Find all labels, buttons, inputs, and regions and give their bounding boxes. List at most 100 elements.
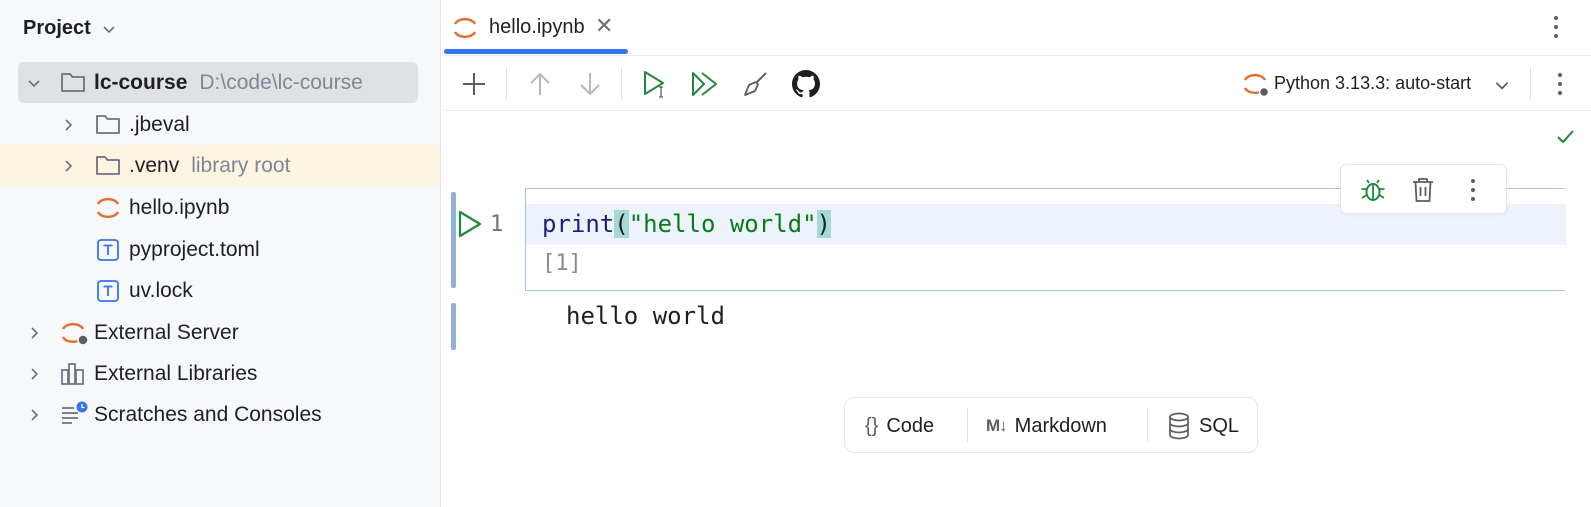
add-markdown-label: Markdown	[1014, 414, 1107, 437]
tree-item-label: hello.ipynb	[129, 196, 230, 219]
clear-outputs-button[interactable]	[739, 67, 773, 101]
project-panel: Project lc-course D:\code\lc-course .jbev…	[0, 0, 441, 507]
tree-row-pyproject[interactable]: pyproject.toml	[0, 229, 440, 270]
add-sql-label: SQL	[1199, 414, 1240, 437]
chevron-right-icon[interactable]	[26, 325, 42, 341]
bug-icon	[1361, 179, 1385, 201]
line-number: 1	[490, 212, 504, 237]
chevron-down-icon[interactable]	[1493, 76, 1511, 94]
cell-more-button[interactable]	[1457, 174, 1489, 206]
text-file-icon	[97, 280, 119, 302]
output-selection-marker[interactable]	[451, 303, 456, 350]
tree-root-path: D:\code\lc-course	[199, 71, 363, 94]
add-code-label: Code	[886, 414, 935, 437]
tree-row-external-server[interactable]: External Server	[0, 312, 440, 353]
active-tab-indicator	[444, 49, 628, 54]
tree-item-label: .jbeval	[129, 113, 190, 136]
more-vertical-icon	[1471, 179, 1475, 201]
add-cell-bar: {} Code M↓ Markdown SQL	[844, 397, 1258, 453]
code-token-paren-open: (	[614, 210, 629, 238]
run-all-icon	[692, 72, 717, 96]
toolbar-separator	[1530, 67, 1531, 99]
cell-output: hello world	[566, 302, 725, 330]
jupyter-kernel-icon	[1243, 73, 1270, 98]
project-panel-header[interactable]: Project	[23, 14, 117, 42]
github-icon	[792, 70, 820, 98]
add-cell-button[interactable]	[457, 67, 491, 101]
tab-hello-ipynb[interactable]: hello.ipynb ✕	[442, 0, 628, 56]
add-markdown-cell-button[interactable]: M↓ Markdown	[986, 398, 1107, 454]
tree-item-label: .venv	[129, 154, 180, 177]
debug-cell-button[interactable]	[1357, 174, 1389, 206]
tree-row-venv[interactable]: .venv library root	[0, 145, 440, 186]
folder-icon	[96, 156, 120, 175]
tree-top-label: External Libraries	[94, 362, 258, 385]
run-cell-button[interactable]	[639, 67, 673, 101]
tab-label: hello.ipynb	[489, 16, 585, 38]
folder-icon	[96, 115, 120, 134]
tree-row-lc-course[interactable]: lc-course D:\code\lc-course	[0, 62, 420, 103]
toolbar-separator	[506, 67, 507, 99]
kernel-selector[interactable]: Python 3.13.3: auto-start	[1242, 67, 1532, 101]
tree-item-hint: library root	[191, 154, 291, 177]
library-icon	[61, 363, 84, 385]
plus-icon	[463, 73, 485, 95]
tree-top-label: Scratches and Consoles	[94, 403, 322, 426]
run-all-button[interactable]	[688, 67, 722, 101]
chevron-right-icon[interactable]	[60, 117, 76, 133]
database-icon	[1169, 412, 1189, 440]
jupyter-icon	[453, 17, 477, 39]
chevron-down-icon[interactable]	[101, 21, 117, 37]
move-cell-down-button[interactable]	[573, 67, 607, 101]
cell-actions-toolbar	[1340, 164, 1507, 214]
add-cell-separator	[1147, 408, 1148, 442]
code-token-function: print	[542, 210, 615, 238]
project-panel-title: Project	[23, 16, 91, 39]
arrow-down-icon	[580, 73, 600, 96]
editor-tabbar: hello.ipynb ✕	[442, 0, 1591, 56]
check-icon	[1557, 130, 1574, 144]
chevron-down-icon[interactable]	[26, 75, 42, 91]
add-sql-cell-button[interactable]: SQL	[1167, 398, 1239, 454]
tree-top-label: External Server	[94, 321, 239, 344]
chevron-right-icon[interactable]	[26, 366, 42, 382]
kernel-label: Python 3.13.3: auto-start	[1274, 73, 1472, 93]
tree-row-uv-lock[interactable]: uv.lock	[0, 270, 440, 311]
tree-row-jbeval[interactable]: .jbeval	[0, 104, 440, 145]
jupyter-server-icon	[61, 322, 89, 346]
github-button[interactable]	[789, 67, 823, 101]
notebook-toolbar: Python 3.13.3: auto-start	[442, 57, 1591, 111]
run-cell-gutter-icon[interactable]	[456, 208, 484, 240]
trash-icon	[1413, 178, 1433, 202]
scratches-icon	[62, 401, 88, 424]
jupyter-icon	[96, 197, 120, 219]
code-token-paren-close: )	[816, 210, 831, 238]
cell-selection-marker[interactable]	[451, 192, 456, 288]
delete-cell-button[interactable]	[1407, 174, 1439, 206]
tree-item-label: uv.lock	[129, 279, 193, 302]
chevron-right-icon[interactable]	[60, 158, 76, 174]
close-icon[interactable]: ✕	[595, 15, 613, 37]
text-file-icon	[97, 239, 119, 261]
chevron-right-icon[interactable]	[26, 407, 42, 423]
notebook-editor: hello.ipynb ✕ Python 3.13.3: auto-start …	[442, 0, 1591, 507]
code-token-string: "hello world"	[628, 210, 817, 238]
tree-item-label: pyproject.toml	[129, 238, 260, 261]
tree-row-scratches[interactable]: Scratches and Consoles	[0, 394, 440, 435]
execution-count: [1]	[542, 251, 582, 276]
more-vertical-icon[interactable]	[1552, 12, 1586, 42]
markdown-icon: M↓	[986, 416, 1008, 435]
folder-icon	[61, 73, 85, 92]
tree-row-external-libraries[interactable]: External Libraries	[0, 353, 440, 394]
toolbar-separator	[621, 67, 622, 99]
code-line[interactable]: print("hello world")	[542, 207, 831, 241]
arrow-up-icon	[530, 72, 550, 95]
tree-root-name: lc-course	[94, 71, 188, 94]
add-code-cell-button[interactable]: {} Code	[865, 398, 934, 454]
move-cell-up-button[interactable]	[523, 67, 557, 101]
more-vertical-icon[interactable]	[1554, 69, 1574, 99]
broom-icon	[744, 72, 767, 96]
braces-icon: {}	[865, 414, 879, 437]
tree-row-hello-ipynb[interactable]: hello.ipynb	[0, 187, 440, 228]
add-cell-separator	[967, 408, 968, 442]
